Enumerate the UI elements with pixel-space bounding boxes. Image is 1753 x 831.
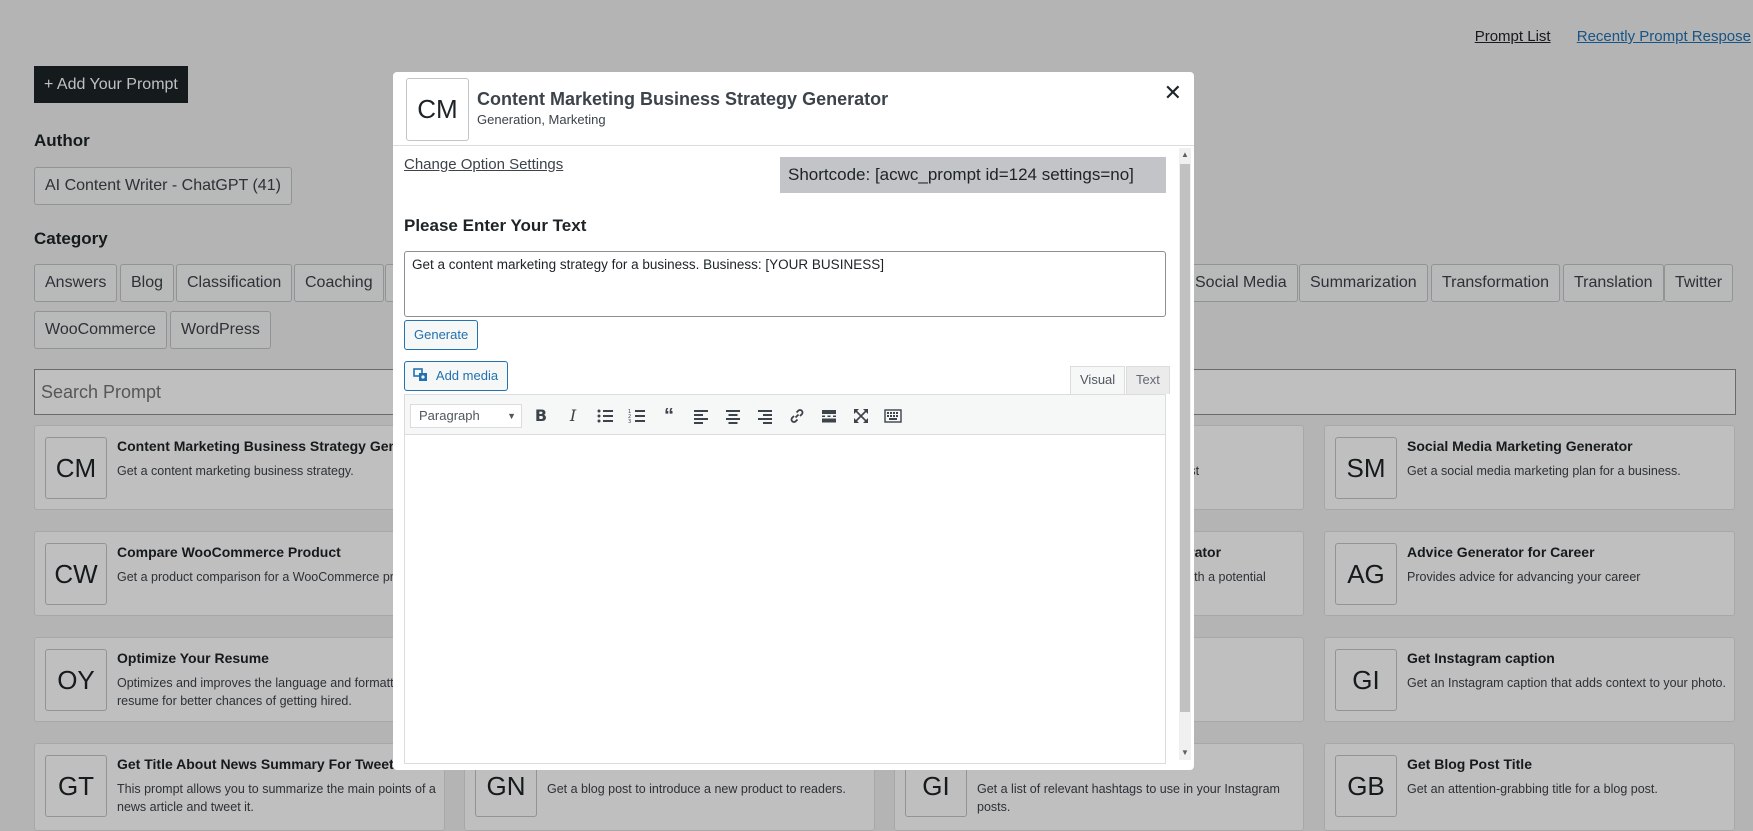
- read-more-icon[interactable]: [816, 404, 842, 428]
- italic-icon[interactable]: I: [560, 404, 586, 428]
- format-select-value: Paragraph: [419, 408, 480, 423]
- align-center-icon[interactable]: [720, 404, 746, 428]
- scroll-down-icon[interactable]: ▼: [1179, 746, 1191, 760]
- scroll-up-icon[interactable]: ▲: [1179, 148, 1191, 162]
- modal-abbr: CM: [406, 78, 469, 141]
- modal-subtitle: Generation, Marketing: [477, 112, 606, 127]
- fullscreen-icon[interactable]: [848, 404, 874, 428]
- shortcode-display: Shortcode: [acwc_prompt id=124 settings=…: [780, 157, 1166, 193]
- media-icon: [413, 364, 429, 381]
- format-select[interactable]: Paragraph ▼: [410, 404, 522, 428]
- enter-text-label: Please Enter Your Text: [404, 216, 587, 235]
- scroll-thumb[interactable]: [1180, 164, 1190, 712]
- align-left-icon[interactable]: [688, 404, 714, 428]
- prompt-textarea[interactable]: Get a content marketing strategy for a b…: [404, 251, 1166, 317]
- add-media-label: Add media: [435, 368, 499, 383]
- add-media-button[interactable]: Add media: [404, 361, 509, 391]
- rich-text-editor: Paragraph ▼ B I 123 “: [404, 394, 1166, 764]
- generate-button[interactable]: Generate: [404, 320, 479, 350]
- bullet-list-icon[interactable]: [592, 404, 618, 428]
- align-right-icon[interactable]: [752, 404, 778, 428]
- modal-header: CM Content Marketing Business Strategy G…: [393, 72, 1194, 146]
- keyboard-icon[interactable]: [880, 404, 906, 428]
- close-icon[interactable]: ✕: [1164, 80, 1182, 106]
- change-option-settings-link[interactable]: Change Option Settings: [404, 156, 563, 173]
- blockquote-icon[interactable]: “: [656, 404, 682, 428]
- tab-visual[interactable]: Visual: [1070, 366, 1126, 394]
- prompt-modal: CM Content Marketing Business Strategy G…: [393, 72, 1194, 770]
- numbered-list-icon[interactable]: 123: [624, 404, 650, 428]
- link-icon[interactable]: [784, 404, 810, 428]
- editor-toolbar: Paragraph ▼ B I 123 “: [405, 395, 1165, 435]
- chevron-down-icon: ▼: [507, 411, 516, 421]
- svg-text:3: 3: [628, 419, 631, 425]
- editor-content-area[interactable]: [405, 436, 1165, 763]
- modal-scrollbar[interactable]: ▲ ▼: [1179, 148, 1191, 760]
- modal-title: Content Marketing Business Strategy Gene…: [477, 89, 889, 109]
- bold-icon[interactable]: B: [528, 404, 554, 428]
- tab-text[interactable]: Text: [1126, 366, 1170, 394]
